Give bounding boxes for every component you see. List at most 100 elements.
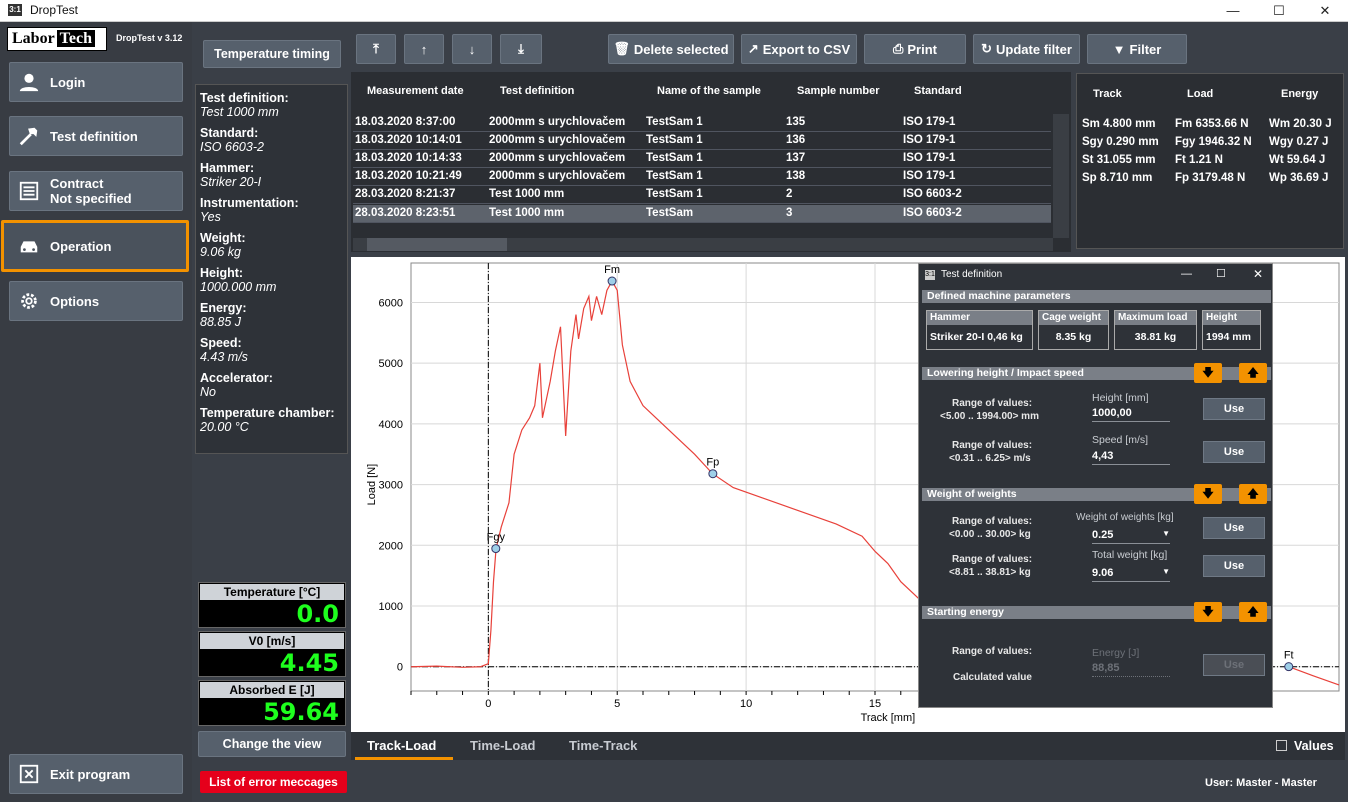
result-value: Wp 36.69 J	[1269, 172, 1329, 184]
move-up-button[interactable]: ↑	[404, 34, 444, 64]
result-value: Wgy 0.27 J	[1269, 136, 1329, 148]
collapse-down-icon[interactable]: 🡇	[1194, 602, 1222, 622]
info-label: Hammer:	[200, 161, 255, 175]
gear-icon	[21, 293, 37, 309]
weight-of-weights-select[interactable]: 0.25 ▼	[1092, 529, 1170, 544]
result-value: Fgy 1946.32 N	[1175, 136, 1252, 148]
tab-track-load[interactable]: Track-Load	[367, 738, 436, 753]
marker-point	[607, 276, 617, 286]
collapse-up-icon[interactable]: 🡅	[1239, 602, 1267, 622]
info-value: Striker 20-I	[200, 175, 262, 189]
use-total-weight-button[interactable]: Use	[1203, 555, 1265, 577]
use-energy-button: Use	[1203, 654, 1265, 676]
tab-time-track[interactable]: Time-Track	[569, 738, 637, 753]
result-value: Ft 1.21 N	[1175, 154, 1223, 166]
height-input[interactable]: 1000,00	[1092, 407, 1170, 422]
exit-icon	[19, 764, 39, 784]
move-down-button[interactable]: ↓	[452, 34, 492, 64]
table-row[interactable]: 18.03.2020 10:21:49 2000mm s urychlovačem…	[353, 168, 1051, 186]
temperature-timing-button[interactable]: Temperature timing	[203, 40, 341, 68]
dropdown-arrow-icon: ▼	[1162, 567, 1170, 576]
hammer-box: Hammer Striker 20-I 0,46 kg	[926, 310, 1033, 350]
update-filter-button[interactable]: ↻ Update filter	[973, 34, 1080, 64]
info-value: 20.00 °C	[200, 420, 249, 434]
marker-label: Fm	[604, 264, 620, 276]
printer-icon: ⎙	[892, 41, 904, 56]
y-tick-label: 0	[397, 662, 403, 674]
info-label: Energy:	[200, 301, 247, 315]
tab-time-load[interactable]: Time-Load	[470, 738, 536, 753]
table-row-selected[interactable]: 28.03.2020 8:23:51 Test 1000 mm TestSam 3 IS…	[353, 205, 1051, 223]
sidebar-item-test-definition[interactable]: Test definition	[9, 116, 183, 156]
move-top-button[interactable]: ⤒	[356, 34, 396, 64]
column-header[interactable]: Name of the sample	[657, 85, 761, 97]
info-value: Test 1000 mm	[200, 105, 279, 119]
series-tail-line	[1288, 666, 1340, 686]
move-bottom-button[interactable]: ⤓	[500, 34, 542, 64]
result-value: Fp 3179.48 N	[1175, 172, 1246, 184]
y-tick-label: 4000	[379, 419, 403, 431]
marker-point	[491, 544, 501, 554]
use-speed-button[interactable]: Use	[1203, 441, 1265, 463]
sidebar-item-login[interactable]: Login	[9, 62, 183, 102]
height-box: Height 1994 mm	[1202, 310, 1261, 350]
use-weight-button[interactable]: Use	[1203, 517, 1265, 539]
use-height-button[interactable]: Use	[1203, 398, 1265, 420]
document-icon	[19, 181, 39, 201]
funnel-icon: ▼	[1112, 41, 1126, 57]
info-label: Height:	[200, 266, 244, 280]
vertical-scrollbar[interactable]	[1053, 114, 1069, 238]
table-row[interactable]: 28.03.2020 8:21:37 Test 1000 mm TestSam 12…	[353, 186, 1051, 204]
table-row[interactable]: 18.03.2020 8:37:00 2000mm s urychlovačem T…	[353, 114, 1051, 132]
info-label: Speed:	[200, 336, 242, 350]
export-csv-button[interactable]: ↗ Export to CSV	[741, 34, 857, 64]
dialog-minimize-icon[interactable]: —	[1181, 268, 1192, 280]
info-label: Weight:	[200, 231, 246, 245]
sidebar-item-operation[interactable]: Operation	[1, 220, 189, 272]
dialog-app-icon: 3:1	[925, 270, 935, 280]
absorbed-energy-gauge: Absorbed E [J] 59.64	[198, 680, 346, 726]
dialog-close-icon[interactable]: ✕	[1253, 267, 1263, 281]
speed-input[interactable]: 4,43	[1092, 450, 1170, 465]
maximize-icon[interactable]: ☐	[1256, 0, 1302, 22]
column-header[interactable]: Sample number	[797, 85, 880, 97]
v0-gauge: V0 [m/s] 4.45	[198, 631, 346, 677]
window-title: DropTest	[30, 3, 79, 17]
table-row[interactable]: 18.03.2020 10:14:01 2000mm s urychlovačem…	[353, 132, 1051, 150]
x-tick-label: 10	[740, 698, 752, 710]
column-header[interactable]: Standard	[914, 85, 962, 97]
sidebar-item-options[interactable]: Options	[9, 281, 183, 321]
minimize-icon[interactable]: —	[1210, 0, 1256, 22]
change-view-button[interactable]: Change the view	[198, 731, 346, 757]
filter-button[interactable]: ▼ Filter	[1087, 34, 1187, 64]
arrow-bottom-icon: ⤓	[518, 41, 524, 56]
collapse-down-icon[interactable]: 🡇	[1194, 484, 1222, 504]
exit-program-button[interactable]: Exit program	[9, 754, 183, 794]
dropdown-arrow-icon: ▼	[1162, 529, 1170, 538]
y-tick-label: 1000	[379, 601, 403, 613]
error-list-button[interactable]: List of error meccages	[200, 771, 347, 793]
close-icon[interactable]: ✕	[1302, 0, 1348, 22]
arrow-top-icon: ⤒	[373, 41, 379, 56]
info-value: ISO 6603-2	[200, 140, 264, 154]
delete-selected-button[interactable]: 🗑 Delete selected	[608, 34, 734, 64]
column-header[interactable]: Measurement date	[367, 85, 464, 97]
collapse-up-icon[interactable]: 🡅	[1239, 363, 1267, 383]
total-weight-select[interactable]: 9.06 ▼	[1092, 567, 1170, 582]
table-row[interactable]: 18.03.2020 10:14:33 2000mm s urychlovačem…	[353, 150, 1051, 168]
x-tick-label: 5	[614, 698, 620, 710]
result-value: Fm 6353.66 N	[1175, 118, 1249, 130]
values-label: Values	[1294, 739, 1334, 753]
info-label: Instrumentation:	[200, 196, 299, 210]
collapse-up-icon[interactable]: 🡅	[1239, 484, 1267, 504]
horizontal-scrollbar[interactable]	[353, 238, 1053, 251]
collapse-down-icon[interactable]: 🡇	[1194, 363, 1222, 383]
view-tabs: Track-Load Time-Load Time-Track Values	[351, 732, 1345, 760]
print-button[interactable]: ⎙ Print	[864, 34, 966, 64]
result-value: Wm 20.30 J	[1269, 118, 1332, 130]
dialog-maximize-icon[interactable]: ☐	[1216, 267, 1226, 280]
column-header[interactable]: Test definition	[500, 85, 574, 97]
values-checkbox[interactable]	[1276, 740, 1287, 751]
sidebar-item-contract[interactable]: Contract Not specified	[9, 171, 183, 211]
info-value: 1000.000 mm	[200, 280, 277, 294]
